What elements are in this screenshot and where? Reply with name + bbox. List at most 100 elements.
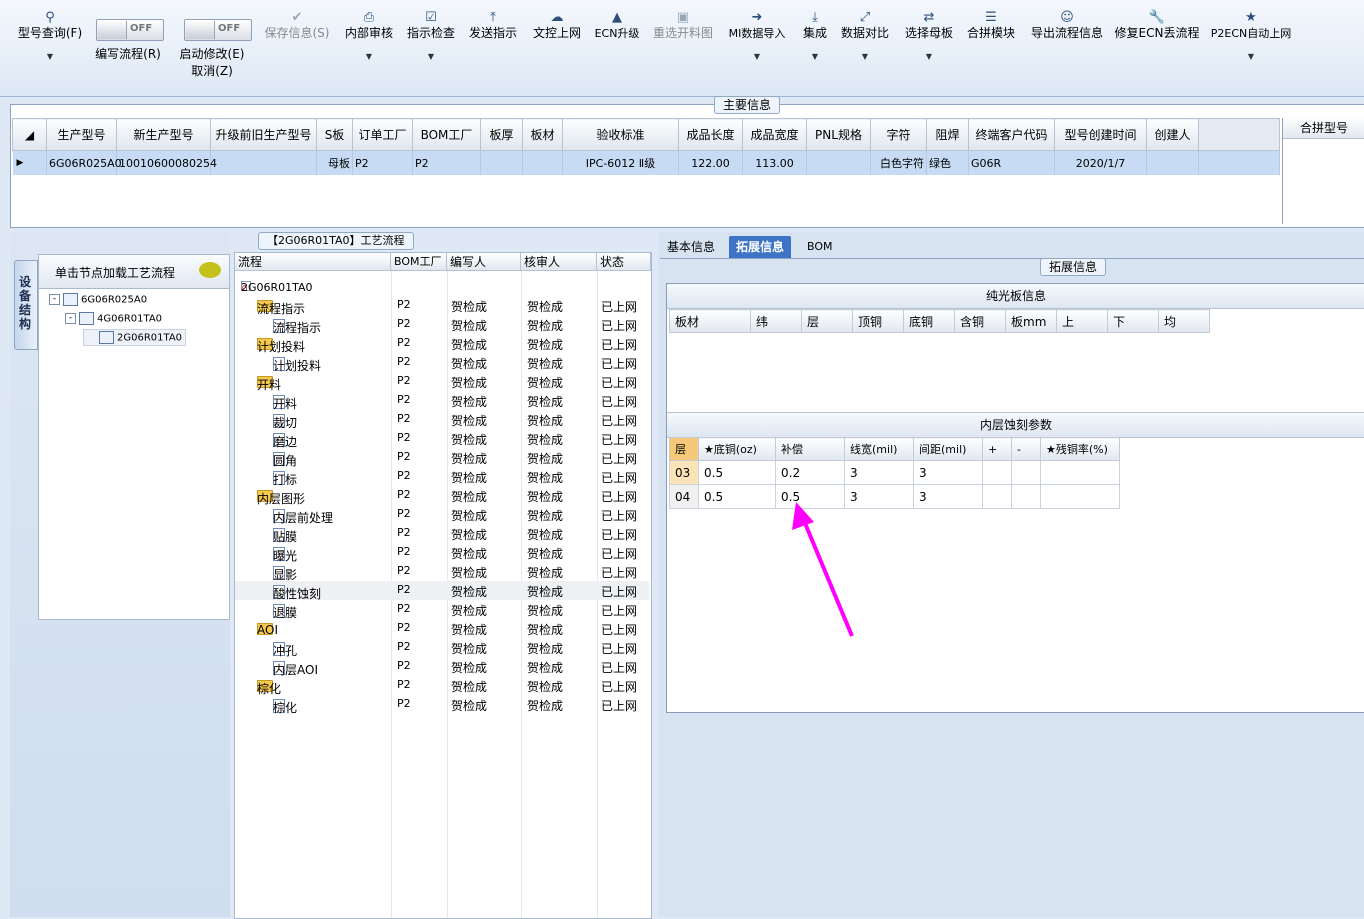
doc-control-online-button[interactable]: ☁ 文控上网 (530, 10, 584, 41)
process-group-row[interactable]: -开料P2贺检成贺检成已上网 (235, 372, 649, 392)
process-step-row[interactable]: 开料 P2 贺检成 贺检成 已上网 (235, 391, 649, 411)
main-cell[interactable]: 2020/1/7 (1054, 150, 1147, 175)
etch-col-header[interactable]: 线宽(mil) (844, 437, 914, 461)
etch-cell[interactable]: 3 (844, 460, 914, 485)
main-cell[interactable]: 绿色 (926, 150, 969, 175)
etch-cell[interactable]: 3 (913, 460, 983, 485)
process-step-row[interactable]: 内层AOI P2 贺检成 贺检成 已上网 (235, 657, 649, 677)
etch-row[interactable]: 04 0.5 0.5 3 3 (669, 484, 1120, 509)
main-cell[interactable] (522, 150, 563, 175)
plain-col-header[interactable]: 上 (1056, 309, 1108, 333)
etch-col-header[interactable]: 层 (669, 437, 699, 461)
main-cell[interactable] (210, 150, 317, 175)
col-header[interactable]: 流程 (235, 253, 391, 271)
process-step-row[interactable]: 显影 P2 贺检成 贺检成 已上网 (235, 562, 649, 582)
process-step-row[interactable]: 酸性蚀刻 P2 贺检成 贺检成 已上网 (235, 581, 649, 601)
etch-cell[interactable] (982, 460, 1012, 485)
main-cell[interactable] (1146, 150, 1199, 175)
main-cell[interactable]: 母板 (316, 150, 353, 175)
etch-cell[interactable] (1040, 484, 1120, 509)
main-col-header[interactable]: 板厚 (480, 118, 523, 151)
main-col-header[interactable]: 终端客户代码 (968, 118, 1055, 151)
write-process-toggle[interactable]: OFF (96, 19, 164, 41)
main-col-header[interactable]: BOM工厂 (412, 118, 481, 151)
etch-col-header[interactable]: ★底铜(oz) (698, 437, 776, 461)
plain-col-header[interactable]: 均 (1158, 309, 1210, 333)
main-col-header[interactable]: 创建人 (1146, 118, 1199, 151)
select-motherboard-button[interactable]: ⇄ 选择母板 ▼ (902, 10, 956, 64)
plain-col-header[interactable]: 纬 (750, 309, 802, 333)
main-col-header[interactable]: 板材 (522, 118, 563, 151)
etch-col-header[interactable]: - (1011, 437, 1041, 461)
col-header[interactable]: 编写人 (447, 253, 521, 271)
integrate-button[interactable]: ⤓ 集成 ▼ (798, 10, 832, 64)
etch-cell[interactable] (982, 484, 1012, 509)
process-step-row[interactable]: 流程指示 P2 贺检成 贺检成 已上网 (235, 315, 649, 335)
process-step-row[interactable]: 内层前处理 P2 贺检成 贺检成 已上网 (235, 505, 649, 525)
plain-col-header[interactable]: 下 (1107, 309, 1159, 333)
etch-col-header[interactable]: 补偿 (775, 437, 845, 461)
process-step-row[interactable]: 棕化 P2 贺检成 贺检成 已上网 (235, 695, 649, 715)
p2ecn-auto-online-button[interactable]: ★ P2ECN自动上网 ▼ (1208, 10, 1294, 64)
main-col-header[interactable]: 验收标准 (562, 118, 679, 151)
etch-cell[interactable]: 03 (669, 460, 699, 485)
main-cell[interactable]: G06R (968, 150, 1055, 175)
main-cell[interactable]: 113.00 (742, 150, 807, 175)
ecn-upgrade-button[interactable]: ▲ ECN升级 (592, 10, 642, 41)
plain-col-header[interactable]: 板mm (1005, 309, 1057, 333)
tree-node-selected[interactable]: 2G06R01TA0 (83, 329, 187, 346)
process-group-row[interactable]: -流程指示P2贺检成贺检成已上网 (235, 296, 649, 316)
main-cell[interactable]: 122.00 (678, 150, 743, 175)
etch-col-header[interactable]: ★残铜率(%) (1040, 437, 1120, 461)
process-group-row[interactable]: -计划投料P2贺检成贺检成已上网 (235, 334, 649, 354)
tree-node[interactable]: -4G06R01TA0 (65, 312, 162, 325)
main-cell[interactable] (806, 150, 871, 175)
plain-col-header[interactable]: 板材 (669, 309, 751, 333)
tab-extended-info[interactable]: 拓展信息 (729, 236, 792, 258)
send-instruction-button[interactable]: ⤒ 发送指示 (466, 10, 520, 41)
reselect-cutting-diagram-button[interactable]: ▣ 重选开料图 (650, 10, 716, 41)
model-query-button[interactable]: ⚲ 型号查询(F) ▼ (14, 10, 86, 64)
main-cell[interactable]: 白色字符 (870, 150, 927, 175)
data-compare-button[interactable]: ⤢ 数据对比 ▼ (838, 10, 892, 64)
process-step-row[interactable]: 磨边 P2 贺检成 贺检成 已上网 (235, 429, 649, 449)
main-col-header[interactable]: 订单工厂 (352, 118, 413, 151)
etch-cell[interactable]: 04 (669, 484, 699, 509)
col-header[interactable]: BOM工厂 (391, 253, 447, 271)
main-cell[interactable]: P2 (352, 150, 413, 175)
process-step-row[interactable]: 裁切 P2 贺检成 贺检成 已上网 (235, 410, 649, 430)
process-step-row[interactable]: 圆角 P2 贺检成 贺检成 已上网 (235, 448, 649, 468)
main-cell[interactable]: IPC-6012 Ⅱ级 (562, 150, 679, 175)
device-structure-tab[interactable]: 设备结构 (14, 260, 38, 350)
start-modify-toggle[interactable]: OFF (184, 19, 252, 41)
main-col-header[interactable]: PNL规格 (806, 118, 871, 151)
etch-cell[interactable] (1011, 460, 1041, 485)
main-cell[interactable]: 6G06R025A0 (46, 150, 122, 175)
save-info-button[interactable]: ✔ 保存信息(S) (260, 10, 334, 41)
process-root[interactable]: - ⌂ 2G06R01TA0 (235, 277, 649, 296)
tab-bom[interactable]: BOM (800, 236, 840, 258)
etch-row[interactable]: 03 0.5 0.2 3 3 (669, 460, 1120, 485)
merge-module-button[interactable]: ☰ 合拼模块 (964, 10, 1018, 41)
etch-cell[interactable]: 0.5 (698, 484, 776, 509)
process-step-row[interactable]: 曝光 P2 贺检成 贺检成 已上网 (235, 543, 649, 563)
plain-col-header[interactable]: 底铜 (903, 309, 955, 333)
plain-col-header[interactable]: 顶铜 (852, 309, 904, 333)
main-col-header[interactable]: 成品长度 (678, 118, 743, 151)
export-process-info-button[interactable]: ☺ 导出流程信息 (1028, 10, 1106, 41)
main-col-header[interactable]: 成品宽度 (742, 118, 807, 151)
process-group-row[interactable]: -内层图形P2贺检成贺检成已上网 (235, 486, 649, 506)
plain-col-header[interactable]: 层 (801, 309, 853, 333)
main-col-header[interactable]: 阻焊 (926, 118, 969, 151)
main-cell[interactable] (480, 150, 523, 175)
main-cell[interactable]: 10010600080254 (116, 150, 217, 175)
main-col-header[interactable]: 升级前旧生产型号 (210, 118, 317, 151)
tab-basic-info[interactable]: 基本信息 (660, 236, 722, 258)
main-col-header[interactable]: 型号创建时间 (1054, 118, 1147, 151)
process-step-row[interactable]: 计划投料 P2 贺检成 贺检成 已上网 (235, 353, 649, 373)
etch-cell[interactable] (1011, 484, 1041, 509)
tree-node[interactable]: -6G06R025A0 (49, 293, 147, 306)
process-step-row[interactable]: 打标 P2 贺检成 贺检成 已上网 (235, 467, 649, 487)
main-col-header[interactable]: 字符 (870, 118, 927, 151)
etch-cell[interactable]: 0.5 (698, 460, 776, 485)
